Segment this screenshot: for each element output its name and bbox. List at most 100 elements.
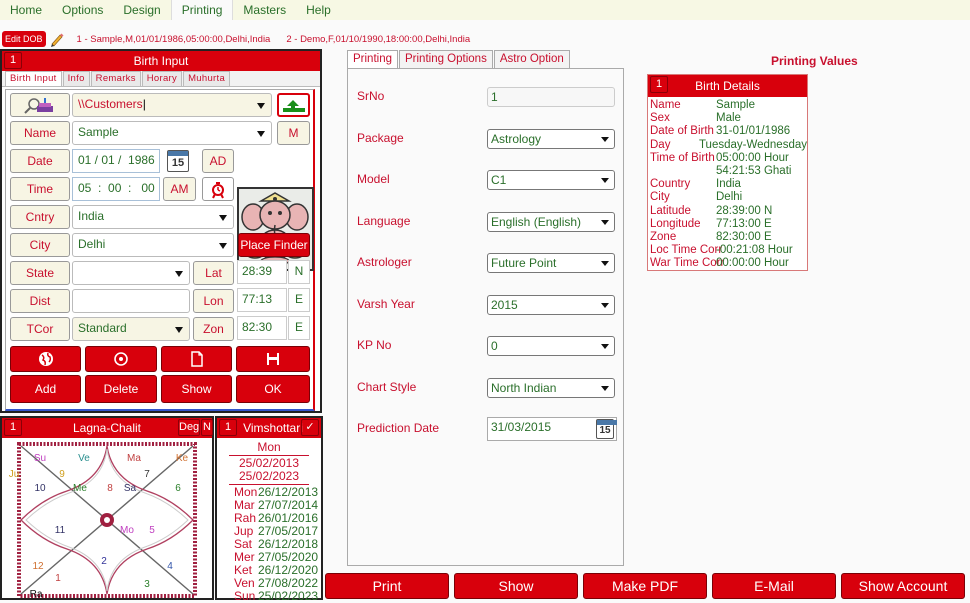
new-file-button[interactable] bbox=[161, 346, 232, 372]
degree-toggle-button[interactable]: Deg bbox=[178, 419, 200, 436]
calendar-icon[interactable]: 15 bbox=[596, 419, 617, 439]
show-button[interactable]: Show bbox=[161, 375, 232, 403]
prediction-date-field[interactable]: 31/03/2015 15 bbox=[487, 417, 617, 441]
tab-remarks[interactable]: Remarks bbox=[90, 71, 141, 86]
srno-field[interactable]: 1 bbox=[487, 87, 615, 107]
print-button[interactable]: Print bbox=[325, 573, 449, 599]
show-account-button[interactable]: Show Account bbox=[841, 573, 965, 599]
longitude-direction[interactable]: E bbox=[288, 288, 310, 312]
tab-muhurta[interactable]: Muhurta bbox=[183, 71, 231, 86]
date-field[interactable]: 01 / 01 / 1986 bbox=[72, 149, 160, 173]
kp-no-select[interactable]: 0 bbox=[487, 336, 615, 356]
record-2-link[interactable]: 2 - Demo,F,01/10/1990,18:00:00,Delhi,Ind… bbox=[286, 34, 470, 45]
north-indian-chart[interactable]: Su Ve Ma Ke Ju 9 7 10 Me 8 Sa 6 11 Mo 5 12 2 4 1 3 Ra bbox=[2, 439, 212, 599]
globe-icon bbox=[38, 352, 53, 366]
name-label-button[interactable]: Name bbox=[10, 121, 70, 145]
detail-key bbox=[650, 165, 716, 178]
chevron-down-icon bbox=[601, 344, 609, 349]
zone-field[interactable]: 82:30 bbox=[237, 316, 287, 340]
place-finder-button[interactable]: Place Finder bbox=[238, 233, 310, 257]
detail-value: 77:13:00 E bbox=[716, 217, 772, 230]
target-button[interactable] bbox=[85, 346, 157, 372]
chart-house-label: Ve bbox=[78, 453, 90, 464]
edit-dob-button[interactable]: Edit DOB bbox=[2, 31, 46, 47]
dasha-row[interactable]: Sun 25/02/2023 bbox=[217, 590, 321, 603]
tab-printing-options[interactable]: Printing Options bbox=[399, 50, 493, 69]
pencil-icon[interactable] bbox=[49, 31, 65, 47]
tab-birth-input[interactable]: Birth Input bbox=[5, 71, 62, 86]
package-select[interactable]: Astrology bbox=[487, 128, 615, 149]
detail-key: Zone bbox=[650, 231, 677, 244]
model-select[interactable]: C1 bbox=[487, 170, 615, 190]
lon-label-button[interactable]: Lon bbox=[193, 289, 234, 313]
tcor-select[interactable]: Standard bbox=[72, 317, 190, 341]
chevron-down-icon bbox=[257, 103, 265, 109]
ampm-button[interactable]: AM bbox=[163, 177, 196, 201]
show-preview-button[interactable]: Show bbox=[454, 573, 578, 599]
varsh-year-select[interactable]: 2015 bbox=[487, 294, 615, 315]
detail-value: -00:21:08 Hour bbox=[716, 244, 793, 257]
ganesha-icon bbox=[241, 192, 309, 266]
date-label-button[interactable]: Date bbox=[10, 149, 70, 173]
chart-style-select[interactable]: North Indian bbox=[487, 377, 615, 398]
era-button[interactable]: AD bbox=[202, 149, 234, 173]
lat-label-button[interactable]: Lat bbox=[193, 261, 234, 285]
gender-button[interactable]: M bbox=[277, 121, 310, 145]
menu-printing[interactable]: Printing bbox=[170, 0, 234, 20]
delete-button[interactable]: Delete bbox=[85, 375, 157, 403]
city-select[interactable]: Delhi bbox=[72, 233, 234, 257]
menu-home[interactable]: Home bbox=[0, 0, 52, 20]
search-birthday-button[interactable] bbox=[10, 93, 70, 117]
city-label-button[interactable]: City bbox=[10, 233, 70, 257]
current-time-button[interactable] bbox=[202, 177, 234, 201]
tab-printing[interactable]: Printing bbox=[347, 50, 398, 69]
checkmark-icon[interactable]: ✓ bbox=[301, 419, 319, 436]
state-select[interactable] bbox=[72, 261, 190, 285]
latitude-field[interactable]: 28:39 bbox=[237, 260, 287, 284]
dist-label-button[interactable]: Dist bbox=[10, 289, 70, 313]
tab-astro-option[interactable]: Astro Option bbox=[493, 50, 570, 69]
country-select[interactable]: India bbox=[72, 205, 234, 229]
menu-masters[interactable]: Masters bbox=[233, 0, 296, 20]
astrologer-select[interactable]: Future Point bbox=[487, 253, 615, 273]
folder-select[interactable]: \\Customers| bbox=[72, 93, 272, 117]
longitude-field[interactable]: 77:13 bbox=[237, 288, 287, 312]
zone-direction[interactable]: E bbox=[288, 316, 310, 340]
tab-info[interactable]: Info bbox=[62, 71, 90, 86]
make-pdf-button[interactable]: Make PDF bbox=[583, 573, 707, 599]
tab-horary[interactable]: Horary bbox=[141, 71, 183, 86]
chevron-down-icon bbox=[219, 215, 227, 221]
ok-button[interactable]: OK bbox=[236, 375, 310, 403]
globe-button[interactable] bbox=[10, 346, 81, 372]
birth-detail-row: City Delhi bbox=[648, 191, 807, 204]
record-1-link[interactable]: 1 - Sample,M,01/01/1986,05:00:00,Delhi,I… bbox=[77, 34, 271, 45]
name-field[interactable]: Sample bbox=[72, 121, 272, 145]
printing-form: SrNo 1 Package Astrology Model C1 Language Engl… bbox=[347, 68, 624, 566]
latitude-direction[interactable]: N bbox=[288, 260, 310, 284]
save-button[interactable] bbox=[236, 346, 310, 372]
up-folder-button[interactable] bbox=[277, 93, 310, 117]
menu-help[interactable]: Help bbox=[296, 0, 341, 20]
menu-options[interactable]: Options bbox=[52, 0, 113, 20]
zon-label-button[interactable]: Zon bbox=[193, 317, 234, 341]
package-label: Package bbox=[357, 130, 404, 145]
add-button[interactable]: Add bbox=[10, 375, 81, 403]
n-toggle-button[interactable]: N bbox=[201, 419, 213, 436]
tcor-label-button[interactable]: TCor bbox=[10, 317, 70, 341]
menu-design[interactable]: Design bbox=[113, 0, 170, 20]
state-label-button[interactable]: State bbox=[10, 261, 70, 285]
varsh-year-label: Varsh Year bbox=[357, 296, 415, 311]
time-field[interactable]: 05 : 00 : 00 bbox=[72, 177, 160, 201]
detail-value: Male bbox=[716, 112, 741, 125]
chevron-down-icon bbox=[601, 385, 609, 391]
dist-field[interactable] bbox=[72, 289, 190, 313]
birth-detail-row: Sex Male bbox=[648, 112, 807, 125]
panel-number: 1 bbox=[4, 52, 22, 69]
calendar-icon[interactable]: 15 bbox=[167, 150, 189, 172]
country-label-button[interactable]: Cntry bbox=[10, 205, 70, 229]
language-select[interactable]: English (English) bbox=[487, 211, 615, 232]
time-label-button[interactable]: Time bbox=[10, 177, 70, 201]
email-button[interactable]: E-Mail bbox=[712, 573, 836, 599]
save-icon bbox=[267, 353, 279, 365]
birth-detail-row: Latitude 28:39:00 N bbox=[648, 205, 807, 218]
